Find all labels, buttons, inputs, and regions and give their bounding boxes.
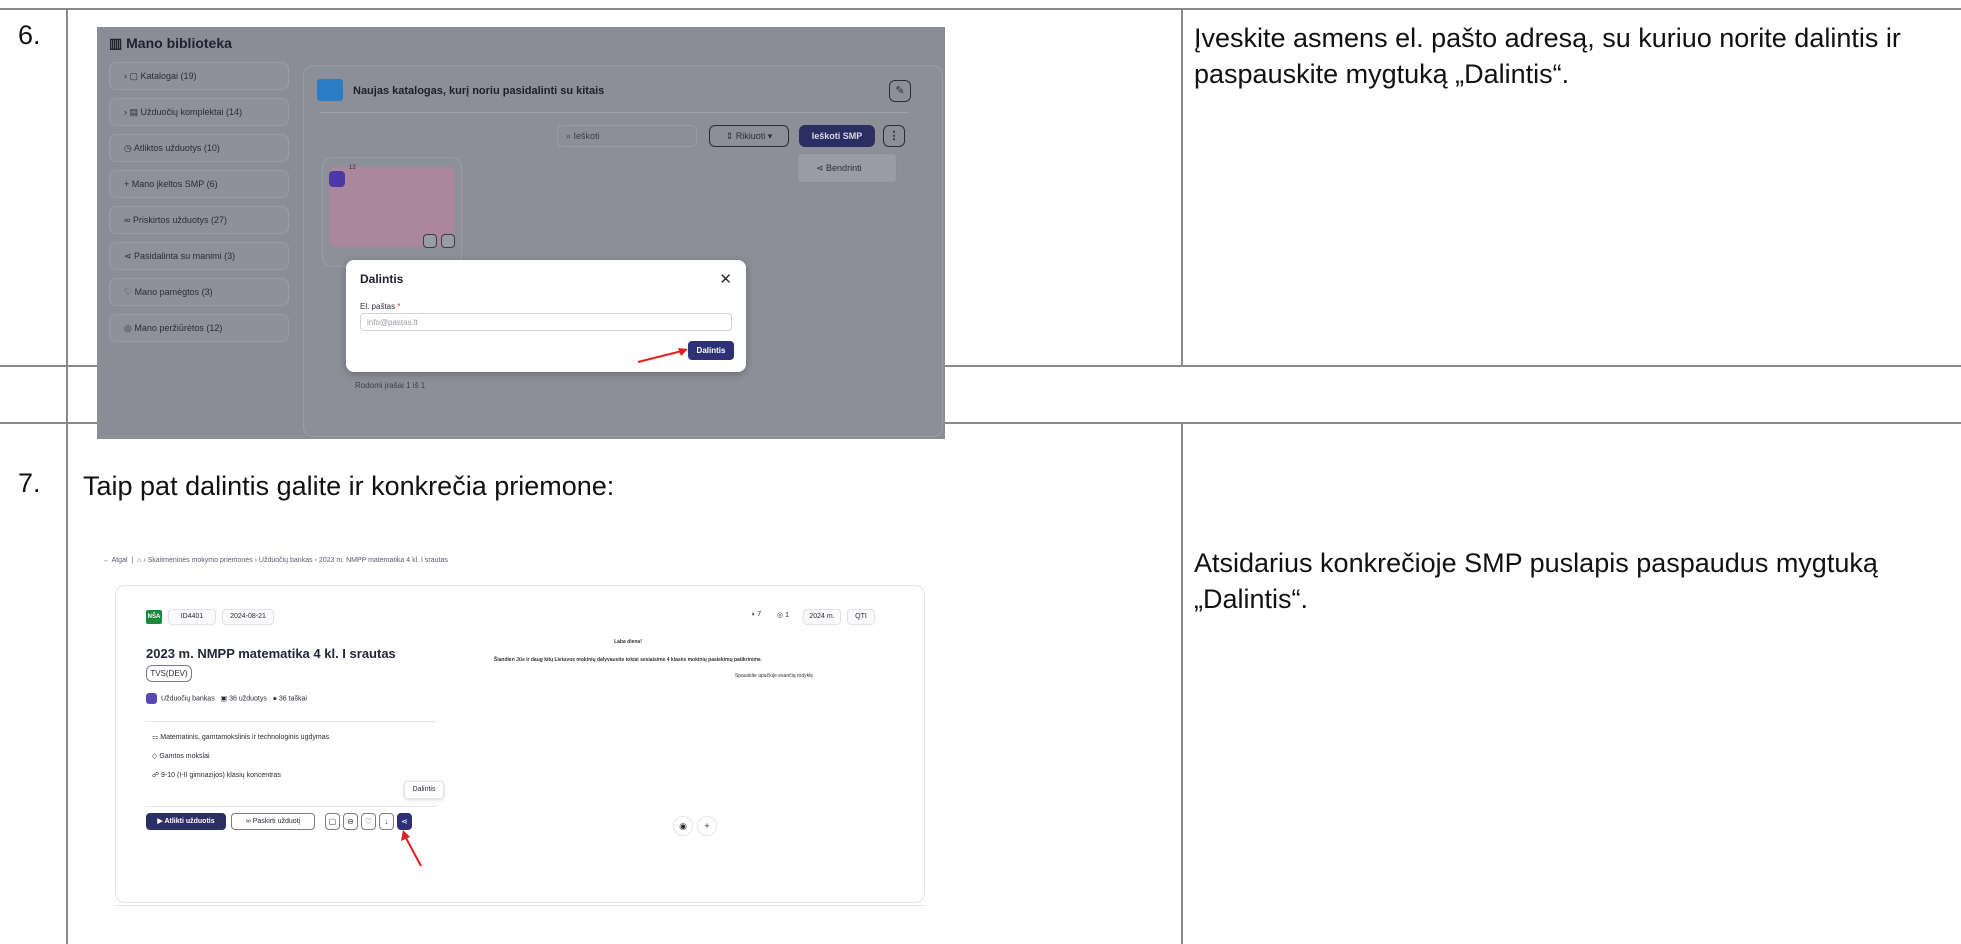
document-page: 6. Įveskite asmens el. pašto adresą, su … [0, 0, 1961, 944]
delete-icon[interactable] [423, 234, 437, 248]
library-title: ▥ Mano biblioteka [109, 35, 232, 51]
library-icon: ▥ [109, 35, 123, 51]
graduation-cap-icon: ◇ [152, 753, 158, 760]
views-count: ◎ 1 [777, 612, 789, 619]
users-icon: ☍ [152, 772, 160, 779]
email-label: El. paštas * [360, 302, 401, 311]
preview-body: Šiandien Jūs ir daug kitų Lietuvos mokin… [493, 657, 763, 663]
table-border-top [0, 8, 1961, 10]
red-arrow-icon [401, 830, 422, 867]
more-options-button[interactable]: ⋮ [883, 125, 905, 147]
divider-actions [146, 806, 436, 807]
calendar-icon[interactable]: ▢ [325, 813, 340, 830]
edit-button[interactable]: ✎ [889, 80, 911, 102]
row7-text: Taip pat dalintis galite ir konkrečia pr… [83, 471, 615, 501]
search-input[interactable]: ⌕ Ieškoti [557, 125, 697, 147]
resource-tag: TVS(DEV) [146, 665, 192, 682]
row6-number: 6. [18, 20, 41, 50]
format-badge: QTI [847, 609, 875, 625]
table-border-col3-row8 [1181, 422, 1183, 944]
heart-icon[interactable] [441, 234, 455, 248]
table-border-col3-row6 [1181, 8, 1183, 365]
folder-title: Naujas katalogas, kurį noriu pasidalinti… [353, 85, 605, 97]
share-tooltip: Dalintis [404, 781, 444, 799]
sidebar-item-assigned[interactable]: ∞ Priskirtos užduotys (27) [109, 206, 289, 234]
sidebar-item-uploaded[interactable]: + Mano įkeltos SMP (6) [109, 170, 289, 198]
row6-instruction: Įveskite asmens el. pašto adresą, su kur… [1194, 23, 1901, 89]
download-icon[interactable]: ↓ [379, 813, 394, 830]
sidebar-item-catalogs[interactable]: › ▢ Katalogai (19) [109, 62, 289, 90]
row7-number: 7. [18, 468, 41, 498]
preview-greeting: Laba diena! [614, 639, 642, 645]
preview-eye-icon[interactable]: ◉ [673, 816, 693, 836]
table-border-col1 [66, 8, 68, 944]
resource-detail-card [115, 585, 925, 903]
card-bottom-border [115, 905, 925, 906]
close-icon[interactable]: ✕ [719, 270, 732, 288]
divider [146, 721, 436, 722]
resource-preview: Laba diena! Šiandien Jūs ir daug kitų Li… [443, 639, 813, 679]
modal-title: Dalintis [360, 272, 404, 286]
folder-icon [317, 79, 343, 101]
back-link[interactable]: ← Atgal [103, 557, 128, 564]
resource-id: ID4401 [168, 609, 216, 625]
home-icon[interactable]: ⌂ [137, 557, 141, 564]
resource-date: 2024-08-21 [222, 609, 274, 625]
add-icon[interactable]: + [697, 816, 717, 836]
start-tasks-button[interactable]: ▶ Atlikti užduotis [146, 813, 226, 830]
sidebar-item-shared-with-me[interactable]: ⋖ Pasidalinta su manimi (3) [109, 242, 289, 270]
resource-title: 2023 m. NMPP matematika 4 kl. I srautas [146, 646, 396, 661]
screenshot-share-catalog: ▥ Mano biblioteka › ▢ Katalogai (19) › ▤… [97, 27, 945, 439]
share-menu-item[interactable]: ⋖ Bendrinti [797, 153, 897, 183]
records-count: Rodomi įrašai 1 iš 1 [355, 381, 426, 390]
breadcrumb-item-bank[interactable]: Užduočių bankas [259, 557, 313, 564]
breadcrumb: ← Atgal | ⌂ › Skaitmeninės mokymo priemo… [103, 557, 448, 564]
row8-instruction: Atsidarius konkrečioje SMP puslapis pasp… [1194, 548, 1878, 614]
sidebar-item-task-sets[interactable]: › ▤ Užduočių komplektai (14) [109, 98, 289, 126]
likes-count: ◗ 7 [751, 611, 762, 618]
sidebar-item-favorites[interactable]: ♡ Mano pamėgtos (3) [109, 278, 289, 306]
divider [319, 112, 909, 113]
breadcrumb-item-current: 2023 m. NMPP matematika 4 kl. I srautas [318, 557, 448, 564]
tasks-icon: ▣ [220, 695, 228, 703]
resource-meta: Užduočių bankas ▣ 36 užduotys ● 36 taška… [146, 693, 307, 704]
share-modal: Dalintis ✕ El. paštas * info@pastas.lt D… [346, 260, 746, 372]
subject-area: ⚏ Matematinis, gamtamokslinis ir technol… [152, 734, 330, 741]
year-badge: 2024 m. [803, 609, 841, 625]
grade-level: ☍ 9-10 (I-II gimnazijos) klasių koncentr… [152, 772, 281, 779]
share-submit-button[interactable]: Dalintis [688, 341, 734, 360]
sort-button[interactable]: ⇕ Rikiuoti ▾ [709, 125, 789, 147]
remove-icon[interactable]: ⊖ [343, 813, 358, 830]
heart-icon[interactable]: ♡ [361, 813, 376, 830]
sidebar-item-viewed[interactable]: ◎ Mano peržiūrėtos (12) [109, 314, 289, 342]
subject-area-icon: ⚏ [152, 734, 159, 741]
red-arrow-icon [637, 348, 688, 363]
search-smp-button[interactable]: Ieškoti SMP [799, 125, 875, 147]
preview-hint: Spauskite apačioje esančią rodyklę [734, 673, 813, 679]
sidebar-item-completed[interactable]: ◷ Atliktos užduotys (10) [109, 134, 289, 162]
nsa-logo: NŠA [146, 610, 162, 624]
subject: ◇ Gamtos mokslai [152, 753, 210, 760]
task-bank-icon [146, 693, 157, 704]
card-count-badge: 12 [349, 165, 356, 171]
email-field[interactable]: info@pastas.lt [360, 313, 732, 331]
assign-task-button[interactable]: ∞ Paskirti užduotį [231, 813, 315, 830]
breadcrumb-item-smp[interactable]: Skaitmeninės mokymo priemonės [148, 557, 253, 564]
task-set-icon [329, 171, 345, 187]
screenshot-share-resource: ← Atgal | ⌂ › Skaitmeninės mokymo priemo… [97, 543, 948, 944]
points-icon: ● [272, 695, 277, 703]
